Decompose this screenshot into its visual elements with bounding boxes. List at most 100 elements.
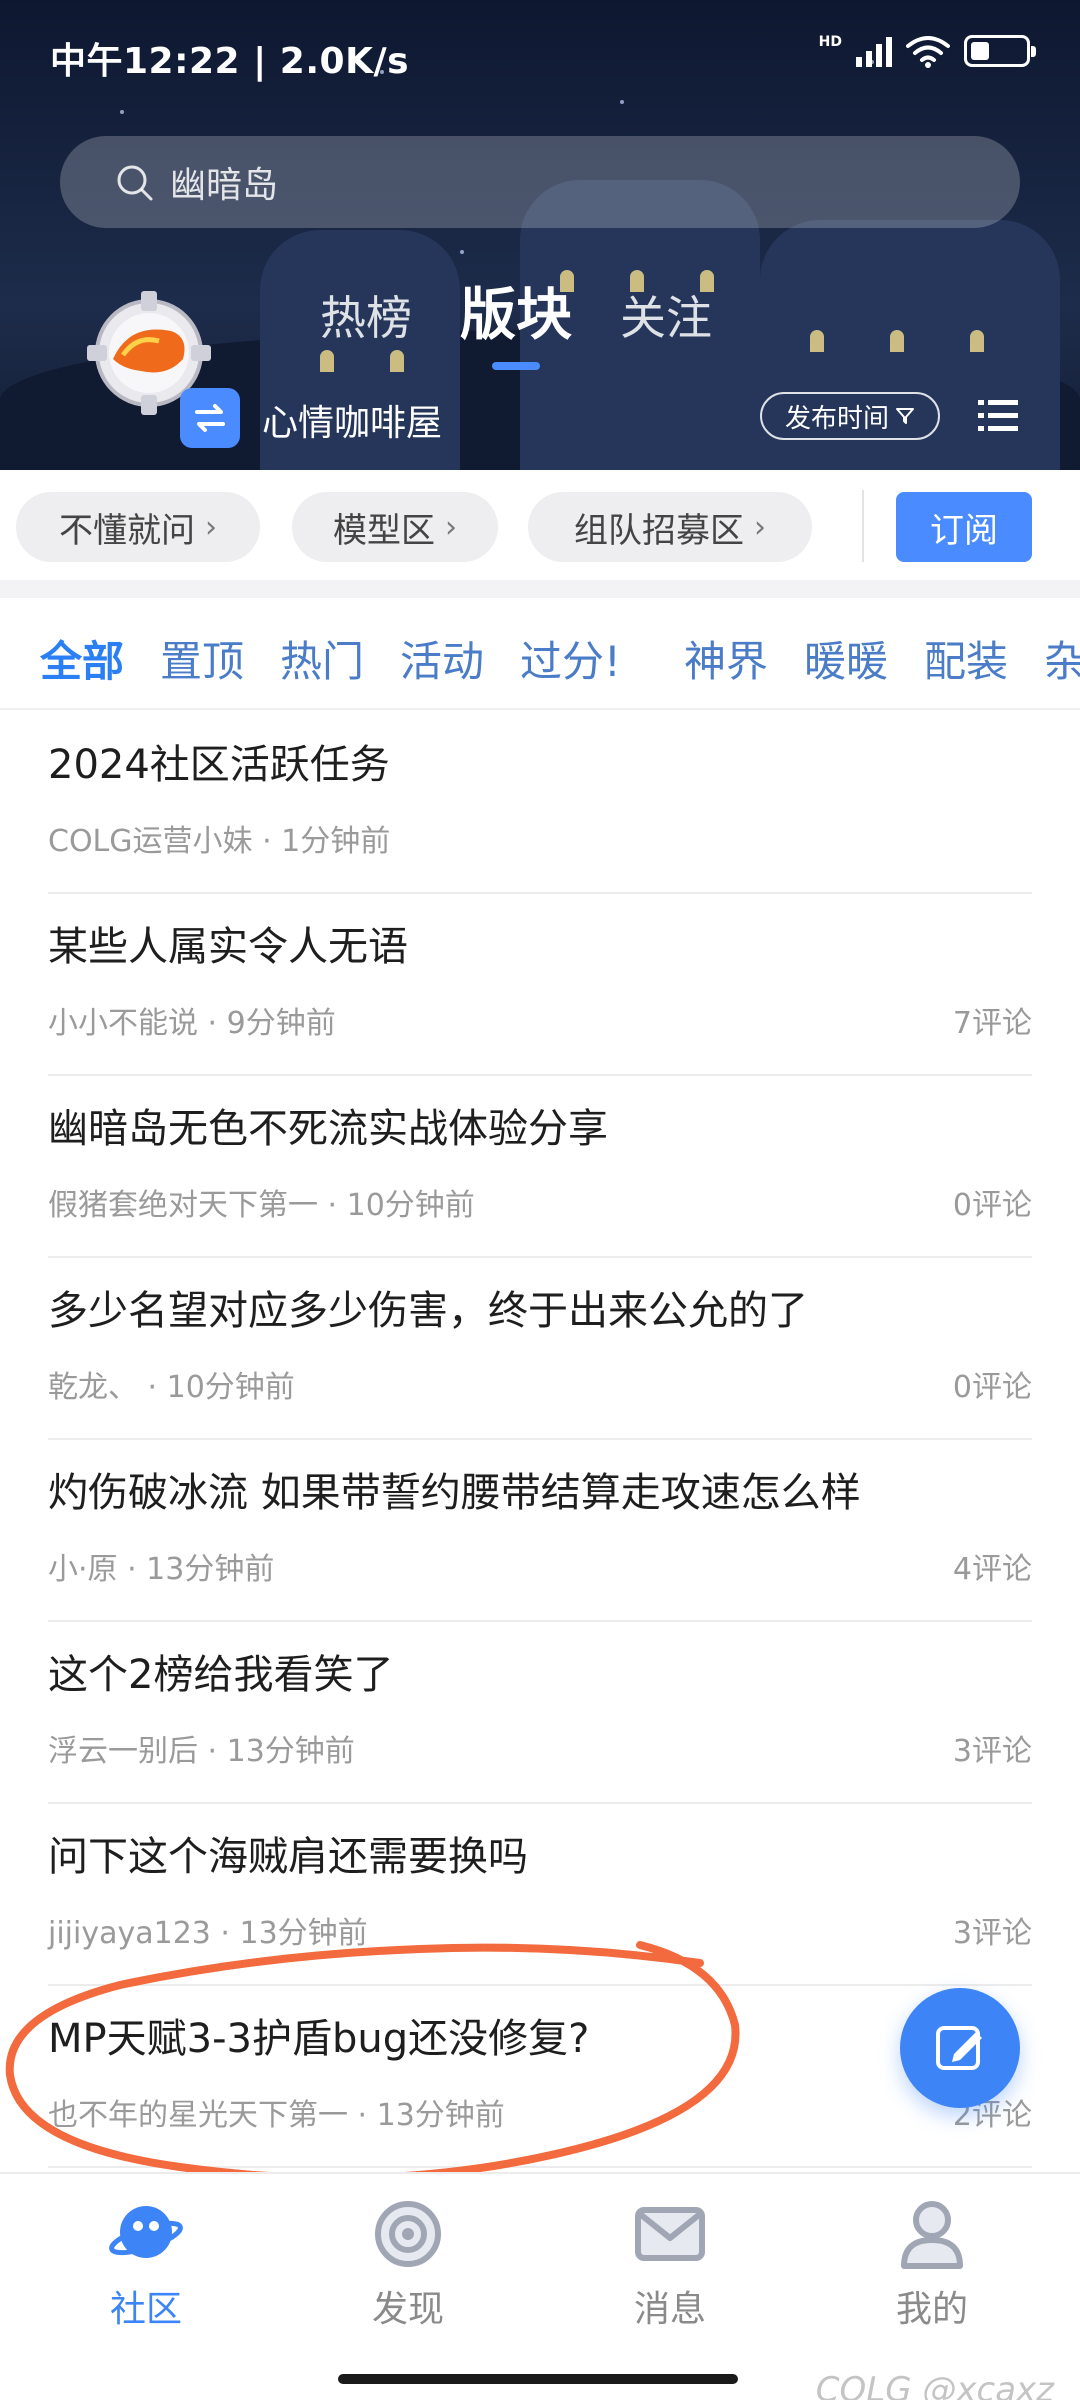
chip-label: 不懂就问 <box>59 510 195 551</box>
subscribe-button[interactable]: 订阅 <box>896 492 1032 562</box>
post-title: 这个2榜给我看笑了 <box>48 1652 394 1698</box>
nav-discover[interactable]: 发现 <box>328 2196 488 2332</box>
nav-label: 发现 <box>371 2289 444 2330</box>
sort-button[interactable]: 发布时间 <box>760 392 940 440</box>
filter-all[interactable]: 全部 <box>40 628 124 689</box>
post-author: COLG运营小妹 <box>48 824 253 859</box>
edit-icon <box>936 2026 982 2070</box>
post-meta: COLG运营小妹 · 1分钟前 <box>48 824 391 859</box>
post-author: 也不年的星光天下第一 <box>48 2098 348 2133</box>
post-item[interactable]: 这个2榜给我看笑了 浮云一别后 · 13分钟前 3评论 <box>48 1622 1032 1804</box>
post-author: 假猪套绝对天下第一 <box>48 1188 318 1223</box>
filter-god-realm[interactable]: 神界 <box>684 628 768 689</box>
tab-follow[interactable]: 关注 <box>620 282 712 348</box>
post-comments: 0评论 <box>952 1370 1032 1405</box>
filter-overboard[interactable]: 过分! <box>520 628 621 689</box>
post-comments: 3评论 <box>952 1916 1032 1951</box>
nav-messages[interactable]: 消息 <box>590 2196 750 2332</box>
post-meta: 小小不能说 · 9分钟前 <box>48 1006 336 1041</box>
top-tabs: 热榜 版块 关注 <box>320 270 712 370</box>
status-time: 中午12:22 | 2.0K/s <box>50 41 410 82</box>
status-bar: 中午12:22 | 2.0K/s HD <box>0 28 1080 82</box>
star-decoration <box>620 100 624 104</box>
signal-icon <box>856 35 892 67</box>
filter-events[interactable]: 活动 <box>400 628 484 689</box>
window-decoration <box>810 330 824 352</box>
nav-label: 消息 <box>633 2289 706 2330</box>
post-time: 13分钟前 <box>239 1916 368 1951</box>
nav-community[interactable]: 社区 <box>66 2196 226 2332</box>
post-time: 10分钟前 <box>166 1370 295 1405</box>
filter-gear[interactable]: 配装 <box>924 628 1008 689</box>
header-banner: 中午12:22 | 2.0K/s HD 幽暗岛 热榜 版块 关注 心情咖啡屋 发… <box>0 0 1080 470</box>
search-placeholder: 幽暗岛 <box>170 165 279 206</box>
post-author: 浮云一别后 <box>48 1734 198 1769</box>
post-item[interactable]: 多少名望对应多少伤害，终于出来公允的了 乾龙、 · 10分钟前 0评论 <box>48 1258 1032 1440</box>
planet-icon <box>109 2206 183 2258</box>
post-title: 2024社区活跃任务 <box>48 742 390 788</box>
post-item[interactable]: 问下这个海贼肩还需要换吗 jijiyaya123 · 13分钟前 3评论 <box>48 1804 1032 1986</box>
post-author: 小·原 <box>48 1552 118 1587</box>
post-meta: 浮云一别后 · 13分钟前 <box>48 1734 355 1769</box>
post-comments: 0评论 <box>952 1188 1032 1223</box>
category-chips: 不懂就问 › 模型区 › 组队招募区 › 订阅 <box>0 470 1080 580</box>
chip-team-recruit[interactable]: 组队招募区 › <box>528 492 812 562</box>
chip-label: 模型区 <box>333 510 435 551</box>
post-time: 9分钟前 <box>226 1006 336 1041</box>
post-item[interactable]: MP天赋3-3护盾bug还没修复? 也不年的星光天下第一 · 13分钟前 2评论 <box>48 1986 1032 2168</box>
window-decoration <box>970 330 984 352</box>
post-time: 13分钟前 <box>226 1734 355 1769</box>
battery-icon <box>964 35 1036 67</box>
post-item[interactable]: 某些人属实令人无语 小小不能说 · 9分钟前 7评论 <box>48 894 1032 1076</box>
swap-icon <box>195 404 225 432</box>
post-title: 灼伤破冰流 如果带誓约腰带结算走攻速怎么样 <box>48 1470 861 1516</box>
window-decoration <box>890 330 904 352</box>
chip-label: 组队招募区 <box>574 510 744 551</box>
sort-label: 发布时间 <box>784 403 889 434</box>
post-item[interactable]: 灼伤破冰流 如果带誓约腰带结算走攻速怎么样 小·原 · 13分钟前 4评论 <box>48 1440 1032 1622</box>
post-meta: 小·原 · 13分钟前 <box>48 1552 275 1587</box>
chip-model[interactable]: 模型区 › <box>292 492 498 562</box>
filter-pinned[interactable]: 置顶 <box>160 628 244 689</box>
post-meta: 假猪套绝对天下第一 · 10分钟前 <box>48 1188 475 1223</box>
post-meta: 也不年的星光天下第一 · 13分钟前 <box>48 2098 505 2133</box>
tab-hot[interactable]: 热榜 <box>320 282 412 348</box>
nav-label: 我的 <box>895 2289 968 2330</box>
switch-board-button[interactable] <box>180 388 240 448</box>
post-author: 小小不能说 <box>48 1006 198 1041</box>
post-item[interactable]: 2024社区活跃任务 COLG运营小妹 · 1分钟前 <box>48 712 1032 894</box>
post-title: MP天赋3-3护盾bug还没修复? <box>48 2016 590 2062</box>
post-title: 问下这个海贼肩还需要换吗 <box>48 1834 528 1880</box>
filter-hot[interactable]: 热门 <box>280 628 364 689</box>
post-title: 多少名望对应多少伤害，终于出来公允的了 <box>48 1288 808 1334</box>
post-comments: 3评论 <box>952 1734 1032 1769</box>
filter-misc[interactable]: 杂 <box>1044 628 1080 689</box>
post-title: 幽暗岛无色不死流实战体验分享 <box>48 1106 608 1152</box>
post-item[interactable]: 幽暗岛无色不死流实战体验分享 假猪套绝对天下第一 · 10分钟前 0评论 <box>48 1076 1032 1258</box>
divider <box>862 490 864 562</box>
filter-tabs: 全部 置顶 热门 活动 过分! 神界 暖暖 配装 杂 <box>0 598 1080 710</box>
bottom-nav: 社区 发现 消息 我的 <box>0 2172 1080 2400</box>
watermark: COLG @xcaxz <box>815 2370 1054 2400</box>
nav-profile[interactable]: 我的 <box>852 2196 1012 2332</box>
star-decoration <box>120 110 124 114</box>
star-decoration <box>460 250 464 254</box>
new-post-button[interactable] <box>900 1988 1020 2108</box>
menu-list-icon[interactable] <box>978 396 1018 436</box>
status-icons: HD <box>819 34 1036 68</box>
search-input[interactable]: 幽暗岛 <box>60 136 1020 228</box>
post-time: 13分钟前 <box>376 2098 505 2133</box>
chip-ask[interactable]: 不懂就问 › <box>16 492 260 562</box>
chevron-right-icon: › <box>205 509 217 545</box>
tab-boards[interactable]: 版块 <box>460 270 572 370</box>
chevron-right-icon: › <box>754 509 766 545</box>
home-indicator[interactable] <box>338 2374 738 2384</box>
search-icon <box>117 165 153 201</box>
post-time: 13分钟前 <box>146 1552 275 1587</box>
post-author: jijiyaya123 <box>48 1916 211 1951</box>
post-meta: 乾龙、 · 10分钟前 <box>48 1370 295 1405</box>
post-author: 乾龙、 <box>48 1370 138 1405</box>
window-decoration <box>390 350 404 372</box>
post-meta: jijiyaya123 · 13分钟前 <box>48 1916 368 1951</box>
filter-nuannuan[interactable]: 暖暖 <box>804 628 888 689</box>
